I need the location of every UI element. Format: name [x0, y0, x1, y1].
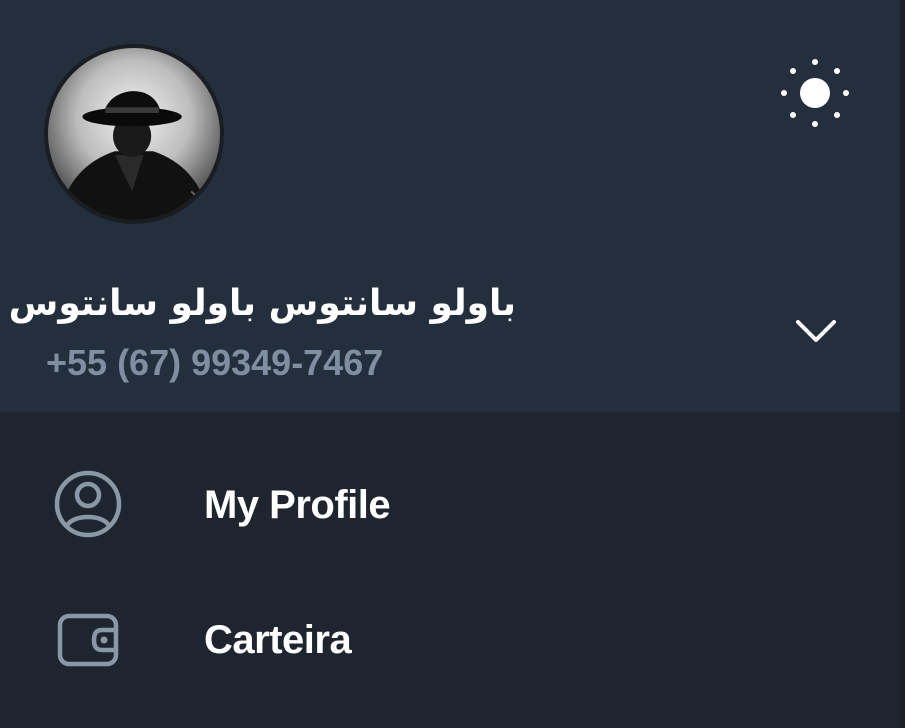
menu-item-label: Carteira: [204, 618, 352, 662]
user-phone: +55 (67) 99349-7467: [46, 342, 384, 383]
profile-icon: [52, 468, 124, 540]
user-name: باولو سانتوس باولو سانتوس: [8, 283, 516, 324]
theme-toggle-button[interactable]: [778, 56, 852, 130]
drawer-edge: [900, 0, 905, 728]
navigation-drawer: باولو سانتوس باولو سانتوس +55 (67) 99349…: [0, 0, 905, 728]
chevron-down-icon: [796, 320, 836, 342]
avatar-image: [48, 48, 220, 220]
sun-icon: [781, 59, 849, 127]
wallet-icon: [52, 604, 124, 676]
menu-item-my-profile[interactable]: My Profile: [0, 440, 900, 570]
menu-item-carteira[interactable]: Carteira: [0, 575, 900, 705]
menu-item-label: My Profile: [204, 483, 391, 527]
drawer-header: باولو سانتوس باولو سانتوس +55 (67) 99349…: [0, 0, 900, 412]
accounts-expand-button[interactable]: [788, 306, 844, 356]
avatar[interactable]: [44, 44, 224, 224]
